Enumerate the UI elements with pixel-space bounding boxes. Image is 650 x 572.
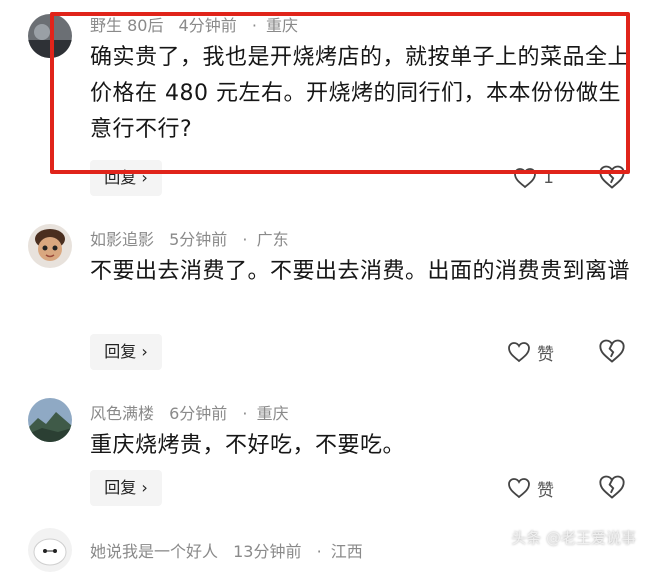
- comment-meta: 风色满楼 6分钟前 · 重庆: [90, 400, 299, 424]
- location: 重庆: [256, 404, 289, 423]
- username[interactable]: 如影追影: [90, 230, 154, 249]
- comment-meta: 她说我是一个好人 13分钟前 · 江西: [90, 538, 373, 562]
- broken-heart-icon: [599, 475, 625, 499]
- chevron-right-icon: ›: [141, 478, 148, 497]
- highlight-box: [50, 12, 630, 174]
- separator: ·: [242, 404, 248, 423]
- username[interactable]: 风色满楼: [90, 404, 154, 423]
- heart-icon: [508, 342, 530, 363]
- username[interactable]: 她说我是一个好人: [90, 542, 218, 561]
- reply-button[interactable]: 回复 ›: [90, 470, 162, 506]
- like-button[interactable]: 赞: [507, 473, 554, 503]
- comment-text: 重庆烧烤贵，不好吃，不要吃。: [90, 433, 406, 458]
- like-label: 赞: [537, 480, 554, 501]
- reply-button[interactable]: 回复 ›: [90, 334, 162, 370]
- timestamp: 13分钟前: [233, 542, 302, 561]
- dislike-button[interactable]: [598, 474, 626, 502]
- like-label: 赞: [537, 344, 554, 365]
- timestamp: 6分钟前: [169, 404, 228, 423]
- location: 广东: [256, 230, 289, 249]
- reply-label: 回复: [104, 342, 137, 361]
- separator: ·: [242, 230, 248, 249]
- avatar[interactable]: [28, 398, 72, 442]
- like-button[interactable]: 赞: [507, 337, 554, 367]
- chevron-right-icon: ›: [141, 342, 148, 361]
- comment-text: 不要出去消费了。不要出去消费。出面的消费贵到离谱: [90, 259, 631, 284]
- avatar[interactable]: [28, 528, 72, 572]
- heart-icon: [508, 478, 530, 499]
- broken-heart-icon: [599, 339, 625, 363]
- timestamp: 5分钟前: [169, 230, 228, 249]
- watermark: 头条 @老王爱说事: [511, 529, 636, 547]
- location: 江西: [330, 542, 363, 561]
- avatar[interactable]: [28, 224, 72, 268]
- dislike-button[interactable]: [598, 338, 626, 366]
- comment-meta: 如影追影 5分钟前 · 广东: [90, 226, 299, 250]
- separator: ·: [316, 542, 322, 561]
- reply-label: 回复: [104, 478, 137, 497]
